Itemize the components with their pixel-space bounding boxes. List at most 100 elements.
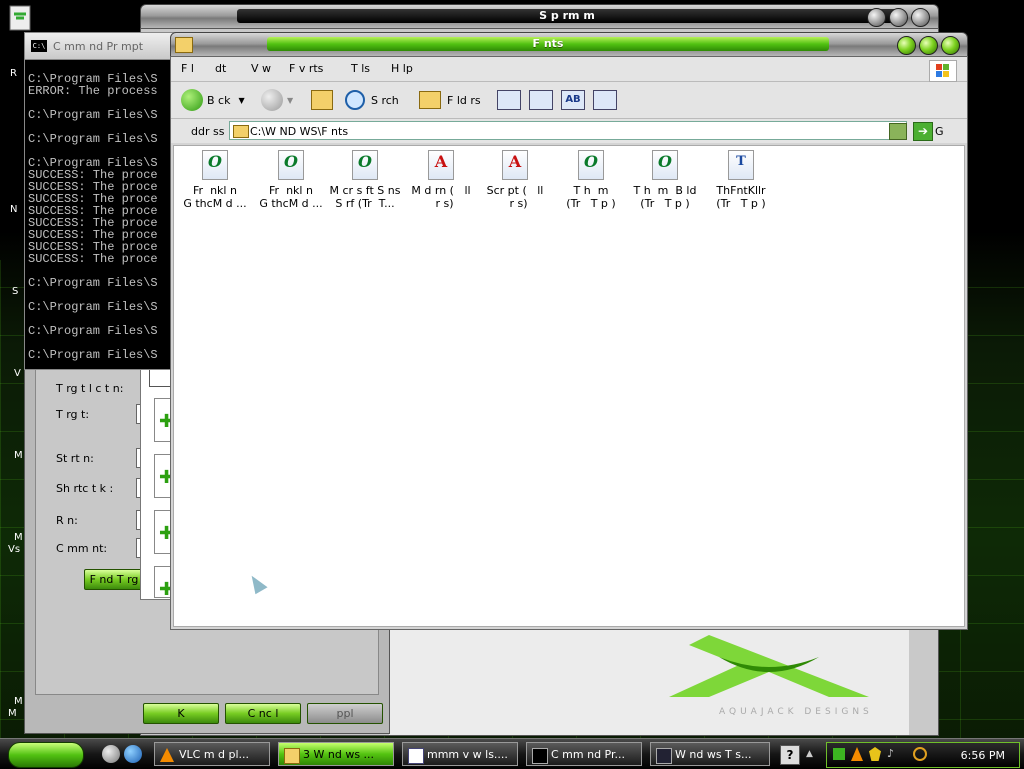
folder-icon	[233, 125, 249, 138]
cmd-icon	[532, 748, 548, 764]
font-file-item[interactable]: O M cr s ft S ns S rf (Tr T...	[326, 150, 404, 210]
font-file-item[interactable]: O Fr nkl n G thcM d ...	[252, 150, 330, 210]
task-command-prompt[interactable]: C mm nd Pr...	[526, 742, 642, 766]
field-label: T rg t:	[56, 408, 90, 421]
opentype-font-icon: O	[652, 150, 678, 180]
supremium-titlebar[interactable]: S p rm m	[140, 4, 939, 30]
ok-button[interactable]: K	[143, 703, 219, 724]
menu-help[interactable]: H lp	[391, 62, 413, 75]
recycle-bin-icon[interactable]	[4, 2, 44, 32]
font-file-item[interactable]: O Fr nkl n G thcM d ...	[176, 150, 254, 210]
desktop-label: M	[8, 708, 17, 719]
desktop-label: M	[14, 696, 23, 707]
font-file-label: M d rn ( ll r s)	[411, 184, 471, 210]
start-button[interactable]	[8, 742, 84, 768]
desktop-label: Vs	[8, 544, 21, 555]
font-file-item[interactable]: O T h m (Tr T p )	[552, 150, 630, 210]
menu-favorites[interactable]: F v rts	[289, 62, 323, 75]
clock: 6:56 PM	[960, 749, 1005, 762]
folders-label: F ld rs	[447, 93, 481, 107]
minimize-button[interactable]	[897, 36, 916, 55]
apply-button[interactable]: ppl	[307, 703, 383, 724]
truetype-font-icon: T	[728, 150, 754, 180]
view-details-button[interactable]	[593, 88, 617, 112]
task-windows-explorer[interactable]: 3 W nd ws ...	[278, 742, 394, 766]
search-label: S rch	[371, 93, 399, 107]
security-shield-icon[interactable]	[869, 747, 881, 761]
cmd-icon: C:\	[31, 40, 47, 52]
back-button[interactable]: B ck ▼	[181, 88, 245, 112]
task-manager-icon	[656, 748, 672, 764]
desktop-label: S	[12, 286, 19, 297]
windows-logo-icon	[929, 60, 957, 82]
font-file-item[interactable]: O T h m B ld (Tr T p )	[626, 150, 704, 210]
task-label: mmm v w ls....	[427, 748, 508, 761]
field-label: T rg t l c t n:	[56, 382, 124, 395]
type1-font-icon: A	[428, 150, 454, 180]
task-label: C mm nd Pr...	[551, 748, 625, 761]
address-input[interactable]: C:\W ND WS\F nts	[229, 121, 907, 140]
forward-button[interactable]: ▼	[261, 88, 293, 112]
view-large-icons-button[interactable]	[497, 88, 521, 112]
cmd-line: C:\Program Files\S	[28, 276, 158, 290]
command-prompt-window: C:\ C mm nd Pr mpt C:\Program Files\S ERR…	[24, 32, 176, 370]
cancel-button[interactable]: C nc l	[225, 703, 301, 724]
folder-icon	[284, 748, 300, 764]
cmd-titlebar[interactable]: C:\ C mm nd Pr mpt	[25, 33, 175, 60]
maximize-button[interactable]	[889, 8, 908, 27]
opentype-font-icon: O	[278, 150, 304, 180]
font-file-item[interactable]: A Scr pt ( ll r s)	[476, 150, 554, 210]
forward-arrow-icon	[261, 89, 283, 111]
font-file-label: Scr pt ( ll r s)	[486, 184, 544, 210]
task-label: W nd ws T s...	[675, 748, 752, 761]
go-arrow-icon[interactable]: ➔	[913, 122, 933, 141]
cmd-line: C:\Program Files\S	[28, 108, 158, 122]
folders-button[interactable]: F ld rs	[419, 88, 481, 112]
menu-tools[interactable]: T ls	[351, 62, 370, 75]
menu-file[interactable]: F l	[181, 62, 194, 75]
speaker-icon[interactable]: ♪	[887, 747, 899, 761]
menu-edit[interactable]: dt	[215, 62, 226, 75]
folder-icon	[175, 37, 193, 53]
vlc-tray-icon[interactable]	[851, 747, 863, 761]
font-preview-icon: AB	[561, 90, 585, 110]
watermark-text: AQUAJACK DESIGNS	[719, 707, 873, 717]
fonts-explorer-window: F l dt V w F v rts T ls H lp B ck ▼ ▼ S …	[170, 56, 968, 630]
address-dropdown-button[interactable]	[889, 123, 907, 140]
back-label: B ck	[207, 93, 231, 107]
font-file-item[interactable]: T ThFntKllr (Tr T p )	[702, 150, 780, 210]
internet-explorer-icon[interactable]	[124, 745, 142, 763]
task-windows-task-manager[interactable]: W nd ws T s...	[650, 742, 770, 766]
details-view-icon	[593, 90, 617, 110]
menu-view[interactable]: V w	[251, 62, 271, 75]
quicklaunch-icon[interactable]	[102, 745, 120, 763]
help-icon[interactable]: ?	[780, 745, 800, 765]
view-list-button[interactable]	[529, 88, 553, 112]
desktop-label: V	[14, 368, 21, 379]
cmd-line: ERROR: The process	[28, 84, 158, 98]
tray-app-icon[interactable]	[833, 748, 845, 760]
cmd-line: SUCCESS: The proce	[28, 252, 158, 266]
search-tray-icon[interactable]	[913, 747, 927, 761]
maximize-button[interactable]	[919, 36, 938, 55]
chevron-up-icon[interactable]: ▲	[806, 749, 813, 759]
close-button[interactable]	[911, 8, 930, 27]
task-vlc[interactable]: VLC m d pl...	[154, 742, 270, 766]
close-button[interactable]	[941, 36, 960, 55]
system-tray: ♪ 6:56 PM	[826, 742, 1020, 768]
minimize-button[interactable]	[867, 8, 886, 27]
view-preview-button[interactable]: AB	[561, 88, 585, 112]
up-folder-button[interactable]	[311, 88, 333, 112]
find-target-button[interactable]: F nd T rg	[84, 569, 144, 590]
window-title: F nts	[267, 37, 829, 51]
cmd-line: C:\Program Files\S	[28, 348, 158, 362]
aquajack-logo-icon	[669, 635, 869, 697]
task-document[interactable]: mmm v w ls....	[402, 742, 518, 766]
back-arrow-icon	[181, 89, 203, 111]
font-file-item[interactable]: A M d rn ( ll r s)	[402, 150, 480, 210]
search-button[interactable]: S rch	[345, 88, 399, 112]
fonts-titlebar[interactable]: F nts	[170, 32, 968, 58]
field-label: St rt n:	[56, 452, 94, 465]
font-file-label: ThFntKllr (Tr T p )	[716, 184, 766, 210]
go-button[interactable]: G	[935, 125, 944, 138]
